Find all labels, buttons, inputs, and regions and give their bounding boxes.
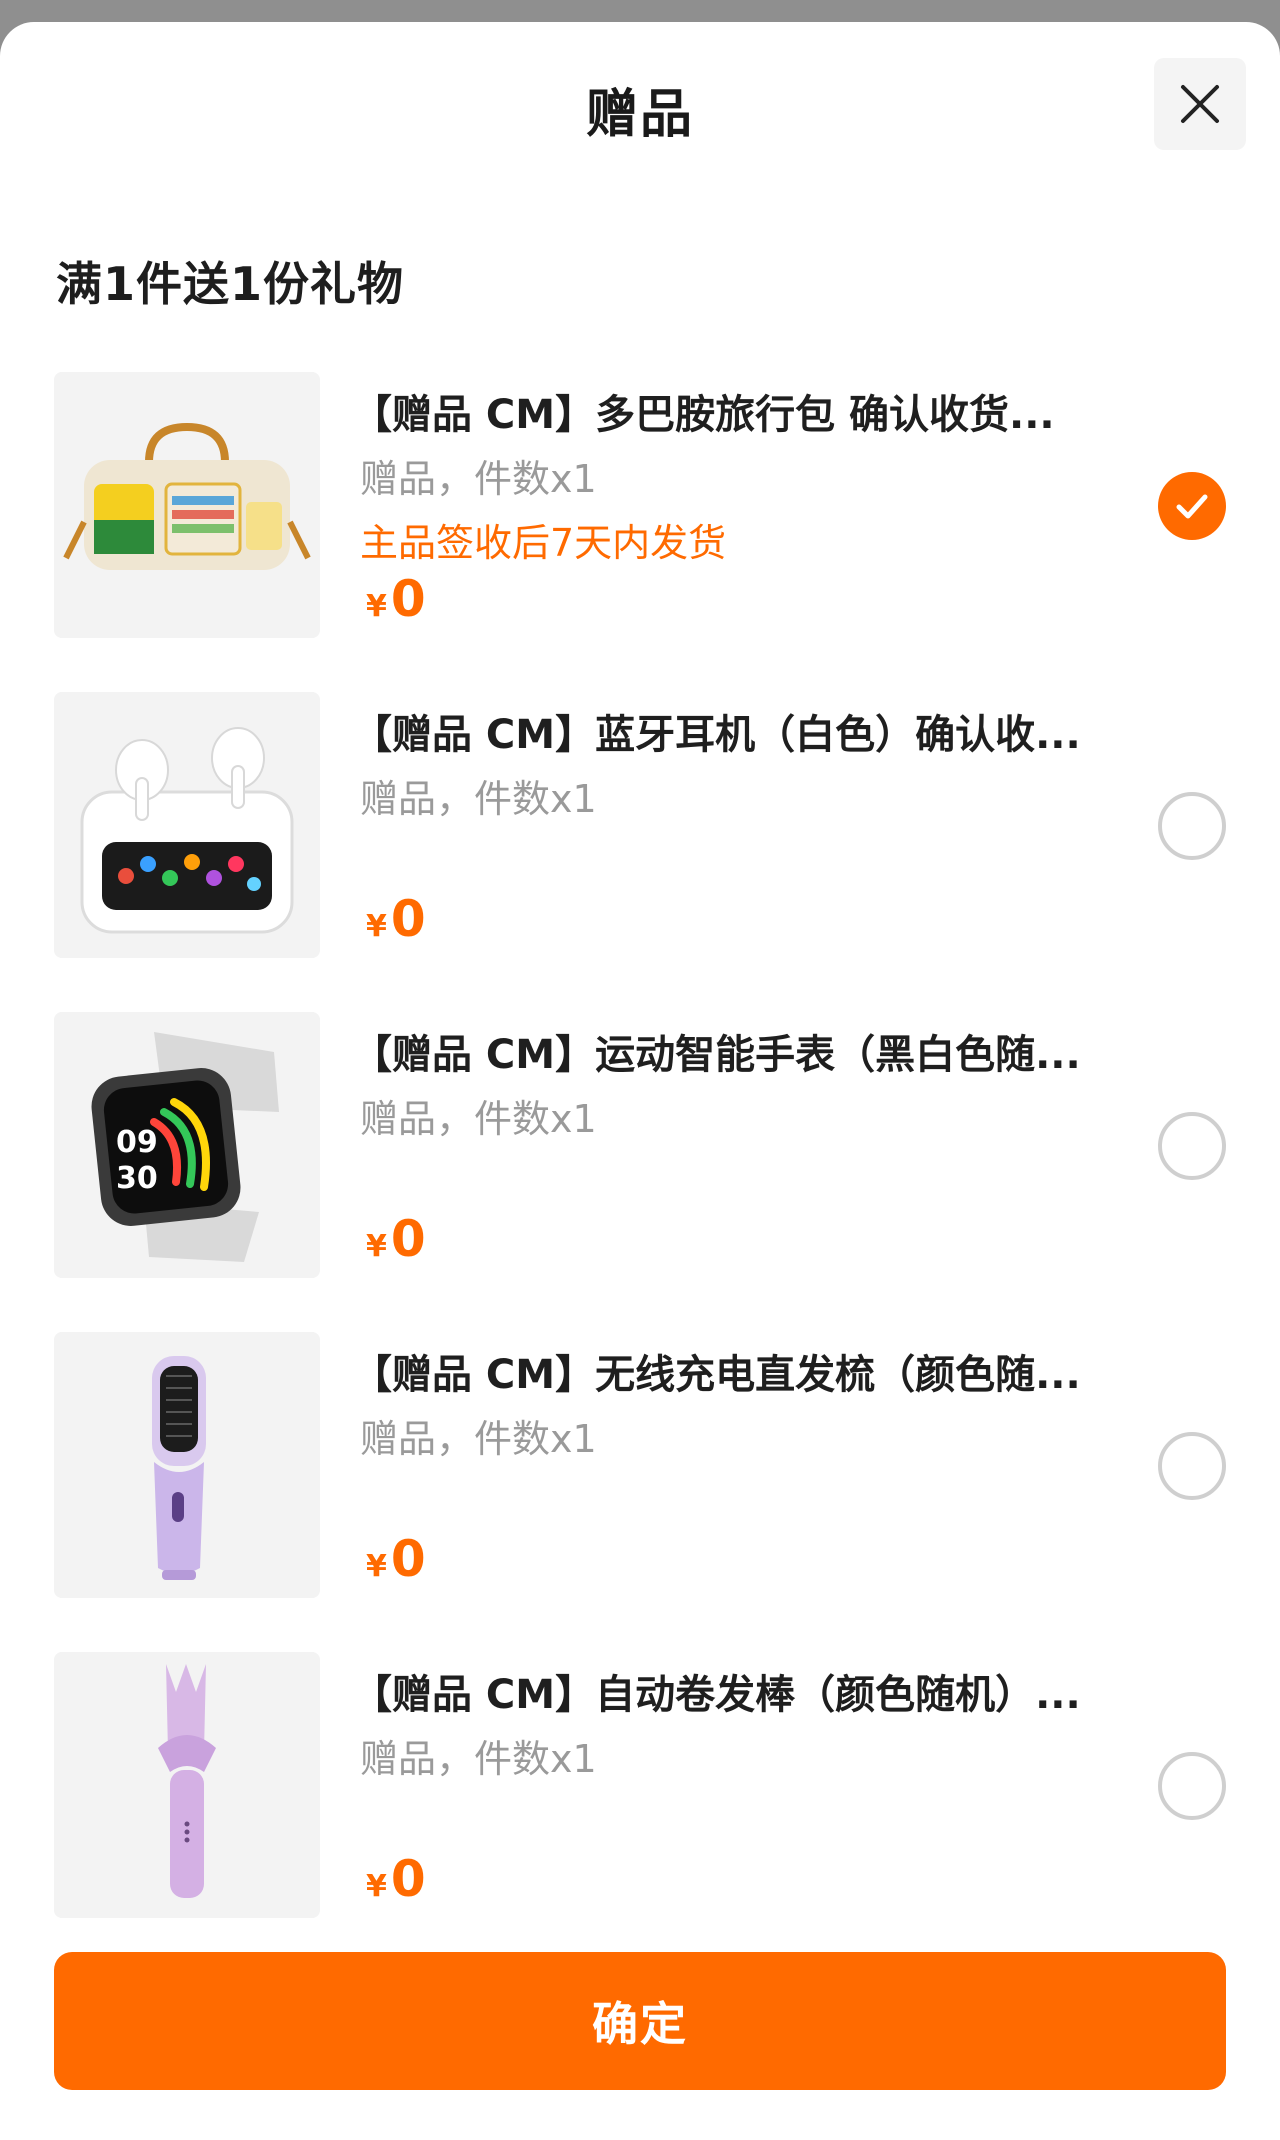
gift-title: 【赠品 CM】蓝牙耳机（白色）确认收...: [352, 712, 1081, 758]
gift-title: 【赠品 CM】无线充电直发梳（颜色随...: [352, 1352, 1081, 1398]
price-value: 0: [390, 1850, 426, 1908]
travel-bag-image: [54, 372, 320, 638]
sheet-header: 赠品: [0, 22, 1280, 182]
gift-item-earbuds[interactable]: 【赠品 CM】蓝牙耳机（白色）确认收... 赠品，件数x1 ¥0: [0, 668, 1280, 988]
currency-symbol: ¥: [366, 1229, 387, 1264]
gift-list: 【赠品 CM】多巴胺旅行包 确认收货... 赠品，件数x1 主品签收后7天内发货…: [0, 348, 1280, 1948]
price-value: 0: [390, 1530, 426, 1588]
bluetooth-earbuds-image: [54, 692, 320, 958]
gift-meta: 赠品，件数x1: [360, 1417, 597, 1461]
currency-symbol: ¥: [366, 589, 387, 624]
gift-price: ¥0: [366, 1850, 426, 1908]
checkmark-icon: [1176, 494, 1208, 519]
close-button[interactable]: [1154, 58, 1246, 150]
gift-item-smart-watch[interactable]: 09 30 【赠品 CM】运动智能手表（黑白色随... 赠品，件数x1 ¥0: [0, 988, 1280, 1308]
gift-rule-subtitle: 满1件送1份礼物: [56, 257, 405, 311]
price-value: 0: [390, 570, 426, 628]
currency-symbol: ¥: [366, 1869, 387, 1904]
gift-meta: 赠品，件数x1: [360, 777, 597, 821]
gift-item-auto-curler[interactable]: 【赠品 CM】自动卷发棒（颜色随机）... 赠品，件数x1 ¥0: [0, 1628, 1280, 1948]
gift-item-travel-bag[interactable]: 【赠品 CM】多巴胺旅行包 确认收货... 赠品，件数x1 主品签收后7天内发货…: [0, 348, 1280, 668]
price-value: 0: [390, 890, 426, 948]
sheet-title: 赠品: [585, 85, 694, 145]
gift-price: ¥0: [366, 1210, 426, 1268]
gift-meta: 赠品，件数x1: [360, 1097, 597, 1141]
gift-price: ¥0: [366, 890, 426, 948]
auto-curler-image: [54, 1652, 320, 1918]
gift-title: 【赠品 CM】自动卷发棒（颜色随机）...: [352, 1672, 1081, 1718]
gift-select-radio[interactable]: [1158, 792, 1226, 860]
gift-meta: 赠品，件数x1: [360, 457, 597, 501]
gift-select-radio[interactable]: [1158, 472, 1226, 540]
gift-title: 【赠品 CM】运动智能手表（黑白色随...: [352, 1032, 1081, 1078]
gift-sheet: 赠品 满1件送1份礼物 【赠品 CM】多巴胺旅行包 确认收货... 赠品，件数x…: [0, 22, 1280, 2140]
gift-select-radio[interactable]: [1158, 1432, 1226, 1500]
gift-meta: 赠品，件数x1: [360, 1737, 597, 1781]
gift-shipping-note: 主品签收后7天内发货: [360, 521, 727, 565]
gift-select-radio[interactable]: [1158, 1112, 1226, 1180]
hair-straightener-brush-image: [54, 1332, 320, 1598]
confirm-button[interactable]: 确定: [54, 1952, 1226, 2090]
svg-text:30: 30: [116, 1161, 158, 1196]
svg-text:09: 09: [116, 1125, 158, 1160]
gift-price: ¥0: [366, 570, 426, 628]
price-value: 0: [390, 1210, 426, 1268]
currency-symbol: ¥: [366, 1549, 387, 1584]
close-icon: [1181, 85, 1219, 123]
currency-symbol: ¥: [366, 909, 387, 944]
gift-title: 【赠品 CM】多巴胺旅行包 确认收货...: [352, 392, 1055, 438]
smart-watch-image: 09 30: [54, 1012, 320, 1278]
gift-price: ¥0: [366, 1530, 426, 1588]
gift-select-radio[interactable]: [1158, 1752, 1226, 1820]
gift-item-hair-brush[interactable]: 【赠品 CM】无线充电直发梳（颜色随... 赠品，件数x1 ¥0: [0, 1308, 1280, 1628]
